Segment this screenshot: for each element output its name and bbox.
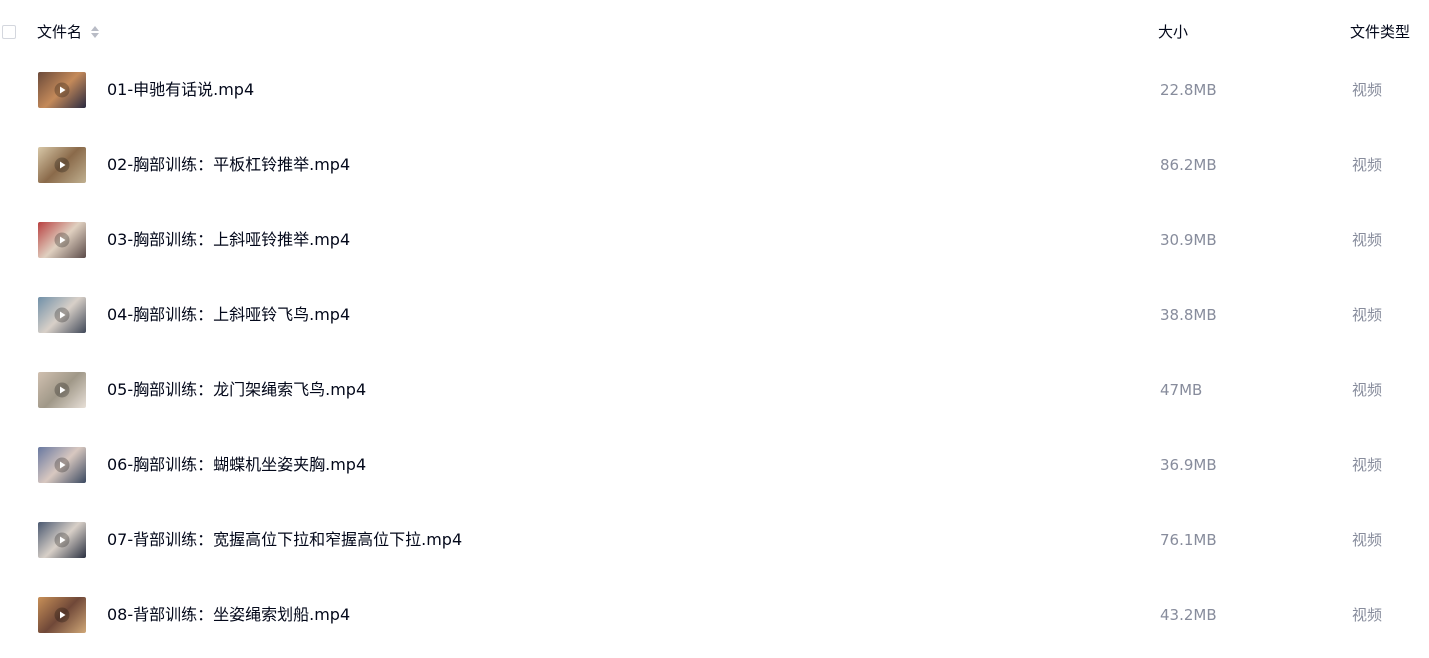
file-name[interactable]: 01-申驰有话说.mp4: [107, 79, 254, 101]
video-thumbnail[interactable]: [38, 597, 86, 633]
file-size: 22.8MB: [1160, 81, 1217, 99]
file-type: 视频: [1352, 156, 1383, 174]
file-row[interactable]: 03-胸部训练：上斜哑铃推举.mp4 30.9MB 视频: [0, 208, 1429, 283]
file-size: 38.8MB: [1160, 306, 1217, 324]
file-row[interactable]: 08-背部训练：坐姿绳索划船.mp4 43.2MB 视频: [0, 583, 1429, 658]
video-thumbnail[interactable]: [38, 297, 86, 333]
play-icon: [54, 307, 70, 323]
file-type: 视频: [1352, 81, 1383, 99]
play-icon: [54, 157, 70, 173]
column-header-filename[interactable]: 文件名: [37, 22, 82, 42]
file-size: 86.2MB: [1160, 156, 1217, 174]
file-row[interactable]: 05-胸部训练：龙门架绳索飞鸟.mp4 47MB 视频: [0, 358, 1429, 433]
file-row[interactable]: 07-背部训练：宽握高位下拉和窄握高位下拉.mp4 76.1MB 视频: [0, 508, 1429, 583]
video-thumbnail[interactable]: [38, 222, 86, 258]
file-type: 视频: [1352, 606, 1383, 624]
file-size: 47MB: [1160, 381, 1203, 399]
file-size: 43.2MB: [1160, 606, 1217, 624]
sort-icon[interactable]: [90, 25, 100, 39]
video-thumbnail[interactable]: [38, 147, 86, 183]
file-type: 视频: [1352, 306, 1383, 324]
file-row[interactable]: 01-申驰有话说.mp4 22.8MB 视频: [0, 58, 1429, 133]
file-type: 视频: [1352, 531, 1383, 549]
file-type: 视频: [1352, 381, 1383, 399]
file-type: 视频: [1352, 231, 1383, 249]
play-icon: [54, 457, 70, 473]
file-name[interactable]: 02-胸部训练：平板杠铃推举.mp4: [107, 154, 350, 176]
video-thumbnail[interactable]: [38, 447, 86, 483]
column-header-size: 大小: [1158, 23, 1189, 41]
play-icon: [54, 382, 70, 398]
play-icon: [54, 532, 70, 548]
select-all-checkbox[interactable]: [2, 25, 16, 39]
file-size: 30.9MB: [1160, 231, 1217, 249]
file-list-header: 文件名 大小 文件类型: [0, 0, 1429, 64]
file-row[interactable]: 06-胸部训练：蝴蝶机坐姿夹胸.mp4 36.9MB 视频: [0, 433, 1429, 508]
play-icon: [54, 232, 70, 248]
column-header-type: 文件类型: [1350, 23, 1411, 41]
file-name[interactable]: 06-胸部训练：蝴蝶机坐姿夹胸.mp4: [107, 454, 366, 476]
video-thumbnail[interactable]: [38, 72, 86, 108]
file-row[interactable]: 02-胸部训练：平板杠铃推举.mp4 86.2MB 视频: [0, 133, 1429, 208]
file-name[interactable]: 05-胸部训练：龙门架绳索飞鸟.mp4: [107, 379, 366, 401]
file-size: 76.1MB: [1160, 531, 1217, 549]
file-name[interactable]: 04-胸部训练：上斜哑铃飞鸟.mp4: [107, 304, 350, 326]
file-name[interactable]: 07-背部训练：宽握高位下拉和窄握高位下拉.mp4: [107, 529, 462, 551]
play-icon: [54, 607, 70, 623]
video-thumbnail[interactable]: [38, 372, 86, 408]
file-type: 视频: [1352, 456, 1383, 474]
play-icon: [54, 82, 70, 98]
file-name[interactable]: 03-胸部训练：上斜哑铃推举.mp4: [107, 229, 350, 251]
file-size: 36.9MB: [1160, 456, 1217, 474]
video-thumbnail[interactable]: [38, 522, 86, 558]
file-name[interactable]: 08-背部训练：坐姿绳索划船.mp4: [107, 604, 350, 626]
file-row[interactable]: 04-胸部训练：上斜哑铃飞鸟.mp4 38.8MB 视频: [0, 283, 1429, 358]
